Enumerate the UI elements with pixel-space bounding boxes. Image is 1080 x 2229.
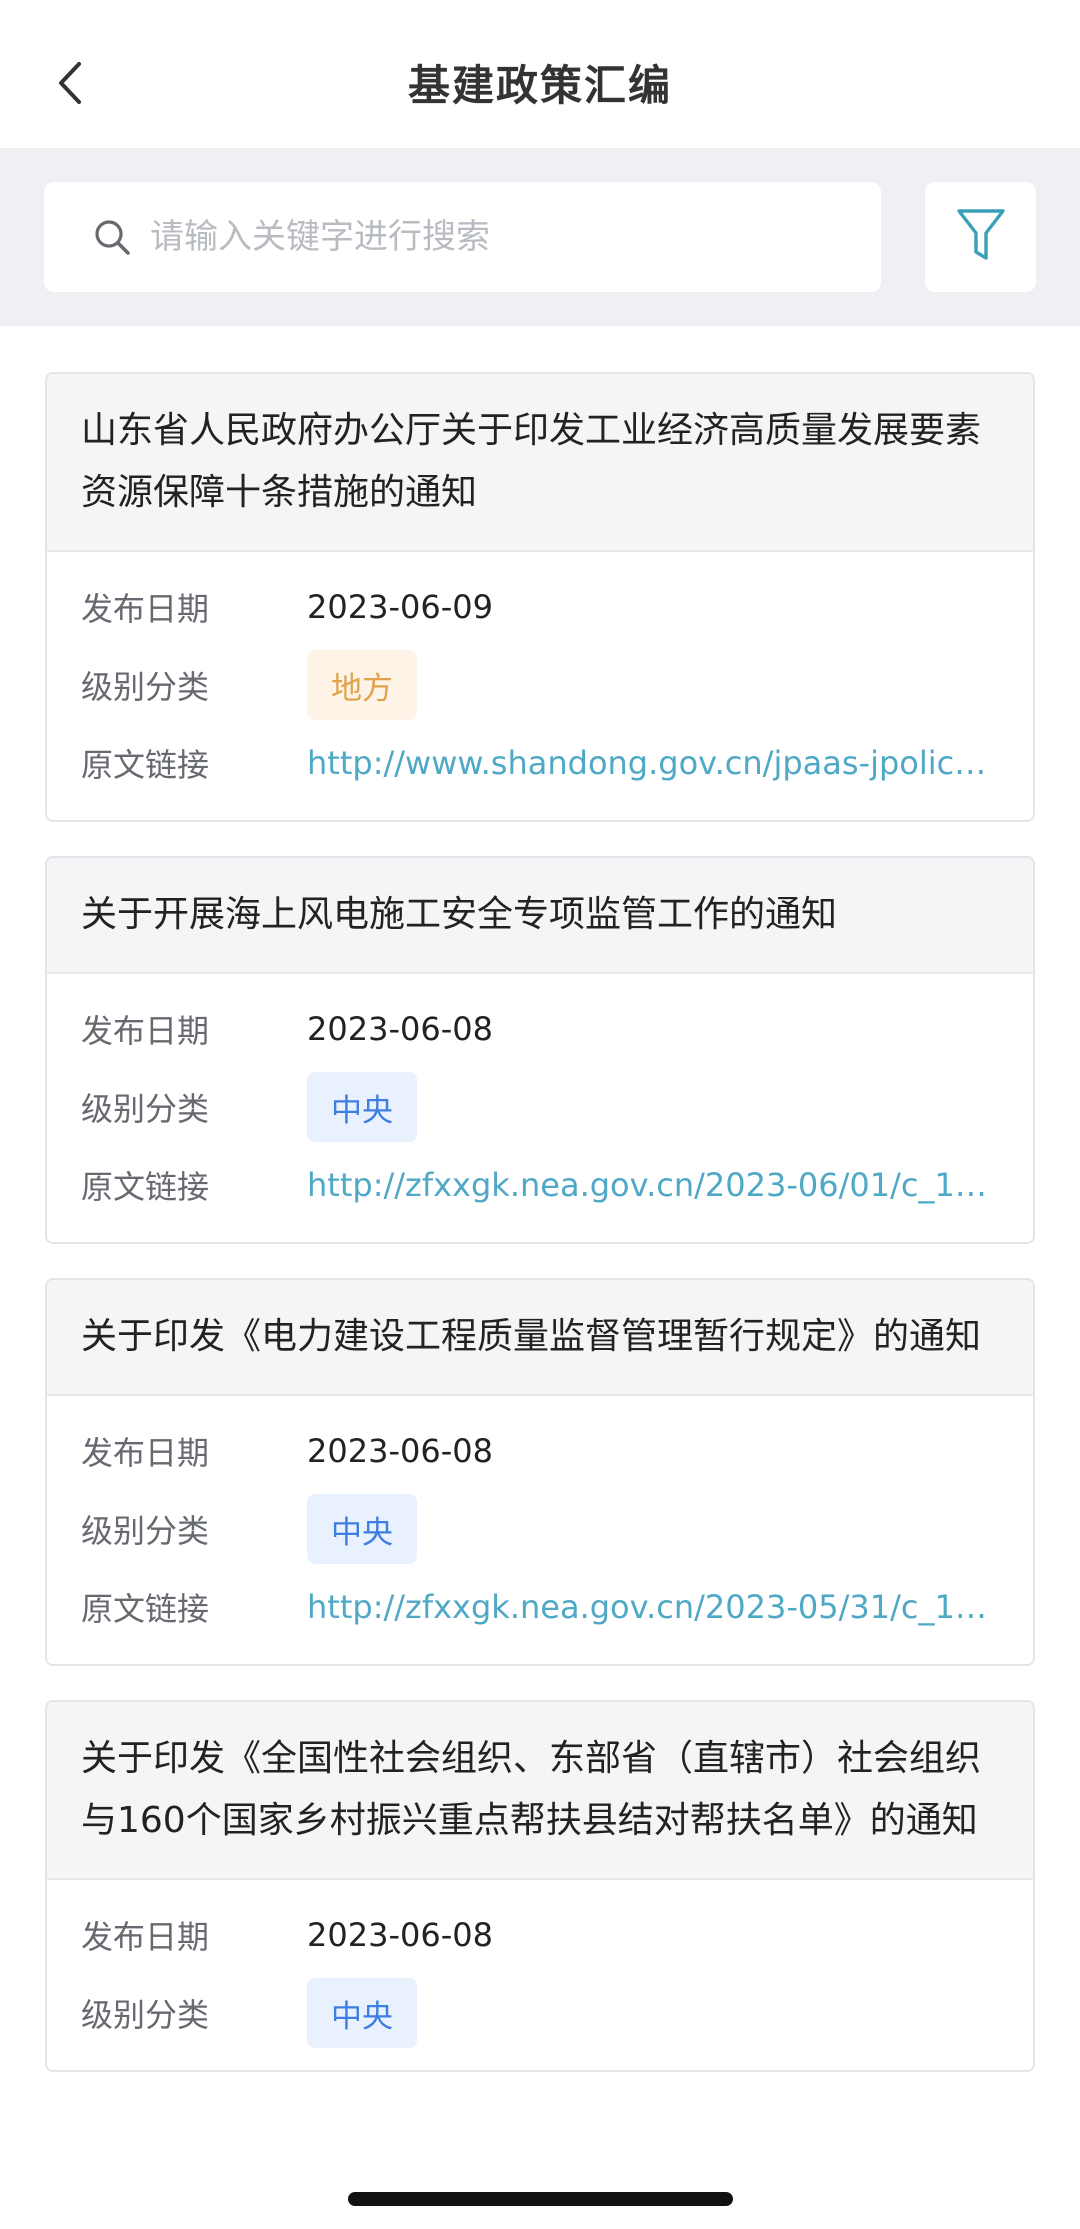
link-row: 原文链接 http://www.shandong.gov.cn/jpaas-jp… (81, 724, 999, 802)
date-row: 发布日期 2023-06-08 (81, 1412, 999, 1490)
publish-date: 2023-06-09 (307, 588, 493, 626)
date-label: 发布日期 (81, 1918, 210, 1956)
policy-details: 发布日期 2023-06-08 级别分类 中央 (47, 1880, 1033, 2070)
source-link[interactable]: http://zfxxgk.nea.gov.cn/2023-05/31/c_13… (307, 1588, 999, 1626)
level-tag: 中央 (307, 1978, 417, 2048)
link-row: 原文链接 http://zfxxgk.nea.gov.cn/2023-06/01… (81, 1146, 999, 1224)
level-row: 级别分类 中央 (81, 1068, 999, 1146)
level-row: 级别分类 地方 (81, 646, 999, 724)
policy-title[interactable]: 山东省人民政府办公厅关于印发工业经济高质量发展要素资源保障十条措施的通知 (47, 374, 1033, 552)
policy-card[interactable]: 关于印发《电力建设工程质量监督管理暂行规定》的通知 发布日期 2023-06-0… (45, 1278, 1035, 1666)
app-screen: 基建政策汇编 山东省人民政府办公厅关于印发工业经济高质量发展要素资源保障十条措施… (0, 0, 1080, 2229)
publish-date: 2023-06-08 (307, 1010, 493, 1048)
level-row: 级别分类 中央 (81, 1974, 999, 2052)
source-link[interactable]: http://zfxxgk.nea.gov.cn/2023-06/01/c_13… (307, 1166, 999, 1204)
publish-date: 2023-06-08 (307, 1916, 493, 1954)
level-label: 级别分类 (81, 668, 210, 706)
level-tag: 中央 (307, 1072, 417, 1142)
filter-button[interactable] (925, 182, 1036, 292)
search-box[interactable] (44, 182, 881, 292)
source-link[interactable]: http://www.shandong.gov.cn/jpaas-jpolicy… (307, 744, 999, 782)
link-label: 原文链接 (81, 1590, 210, 1628)
policy-title[interactable]: 关于开展海上风电施工安全专项监管工作的通知 (47, 858, 1033, 974)
date-row: 发布日期 2023-06-08 (81, 1896, 999, 1974)
policy-details: 发布日期 2023-06-08 级别分类 中央 原文链接 http://zfxx… (47, 974, 1033, 1242)
date-row: 发布日期 2023-06-09 (81, 568, 999, 646)
policy-details: 发布日期 2023-06-09 级别分类 地方 原文链接 http://www.… (47, 552, 1033, 820)
policy-title[interactable]: 关于印发《全国性社会组织、东部省（直辖市）社会组织与160个国家乡村振兴重点帮扶… (47, 1702, 1033, 1880)
top-nav-bar: 基建政策汇编 (0, 0, 1080, 148)
search-icon (92, 217, 132, 257)
level-tag: 中央 (307, 1494, 417, 1564)
level-label: 级别分类 (81, 1996, 210, 2034)
date-label: 发布日期 (81, 590, 210, 628)
policy-title[interactable]: 关于印发《电力建设工程质量监督管理暂行规定》的通知 (47, 1280, 1033, 1396)
level-label: 级别分类 (81, 1512, 210, 1550)
policy-card[interactable]: 关于印发《全国性社会组织、东部省（直辖市）社会组织与160个国家乡村振兴重点帮扶… (45, 1700, 1035, 2072)
policy-card[interactable]: 山东省人民政府办公厅关于印发工业经济高质量发展要素资源保障十条措施的通知 发布日… (45, 372, 1035, 822)
policy-details: 发布日期 2023-06-08 级别分类 中央 原文链接 http://zfxx… (47, 1396, 1033, 1664)
link-label: 原文链接 (81, 1168, 210, 1206)
date-row: 发布日期 2023-06-08 (81, 990, 999, 1068)
level-label: 级别分类 (81, 1090, 210, 1128)
publish-date: 2023-06-08 (307, 1432, 493, 1470)
date-label: 发布日期 (81, 1434, 210, 1472)
search-input[interactable] (150, 217, 830, 257)
level-tag: 地方 (307, 650, 417, 720)
filter-funnel-icon (955, 206, 1007, 268)
policy-list: 山东省人民政府办公厅关于印发工业经济高质量发展要素资源保障十条措施的通知 发布日… (45, 372, 1035, 2088)
level-row: 级别分类 中央 (81, 1490, 999, 1568)
date-label: 发布日期 (81, 1012, 210, 1050)
link-label: 原文链接 (81, 746, 210, 784)
home-indicator (348, 2192, 733, 2206)
page-title: 基建政策汇编 (407, 61, 672, 110)
policy-card[interactable]: 关于开展海上风电施工安全专项监管工作的通知 发布日期 2023-06-08 级别… (45, 856, 1035, 1244)
search-bar-area (0, 148, 1080, 326)
link-row: 原文链接 http://zfxxgk.nea.gov.cn/2023-05/31… (81, 1568, 999, 1646)
